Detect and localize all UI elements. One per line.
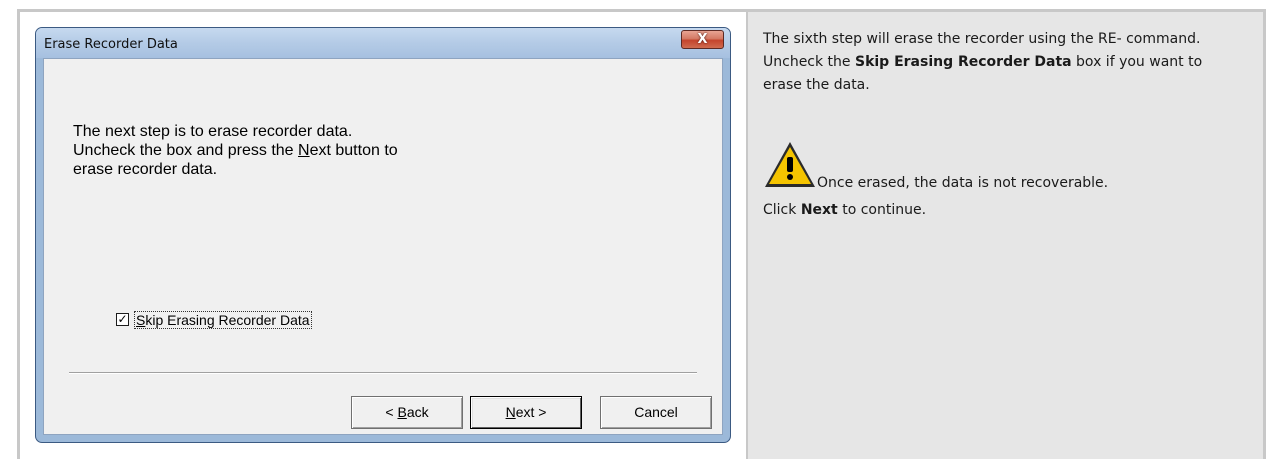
erase-recorder-dialog: Erase Recorder Data X The next step is t… <box>35 27 731 443</box>
instructions-text: The sixth step will erase the recorder u… <box>763 28 1233 222</box>
separator-line <box>69 372 697 374</box>
dialog-message: The next step is to erase recorder data.… <box>73 122 513 179</box>
dialog-title-bar[interactable]: Erase Recorder Data X <box>36 28 730 58</box>
instructions-cell: The sixth step will erase the recorder u… <box>748 12 1263 459</box>
cancel-button[interactable]: Cancel <box>600 396 712 429</box>
close-button[interactable]: X <box>681 30 724 49</box>
checkmark-icon: ✓ <box>117 312 128 326</box>
dialog-title: Erase Recorder Data <box>44 37 178 52</box>
message-line-2: Uncheck the box and press the Next butto… <box>73 142 398 159</box>
message-line-3: erase recorder data. <box>73 161 218 178</box>
close-icon: X <box>697 32 708 47</box>
skip-erasing-label[interactable]: Skip Erasing Recorder Data <box>134 311 312 329</box>
continue-instruction: Click Next to continue. <box>763 202 927 218</box>
warning-triangle-icon <box>765 142 815 187</box>
help-table: Erase Recorder Data X The next step is t… <box>17 9 1266 459</box>
dialog-client-area: The next step is to erase recorder data.… <box>43 58 723 435</box>
screenshot-cell: Erase Recorder Data X The next step is t… <box>20 12 746 459</box>
message-line-1: The next step is to erase recorder data. <box>73 123 353 140</box>
skip-erasing-checkbox[interactable]: ✓ <box>116 313 129 326</box>
warning-text: Once erased, the data is not recoverable… <box>817 175 1109 191</box>
step-description: The sixth step will erase the recorder u… <box>763 31 1203 93</box>
page: Erase Recorder Data X The next step is t… <box>0 0 1274 459</box>
warning-note: Once erased, the data is not recoverable… <box>763 140 1233 194</box>
back-button[interactable]: < Back <box>351 396 463 429</box>
next-button[interactable]: Next > <box>470 396 582 429</box>
